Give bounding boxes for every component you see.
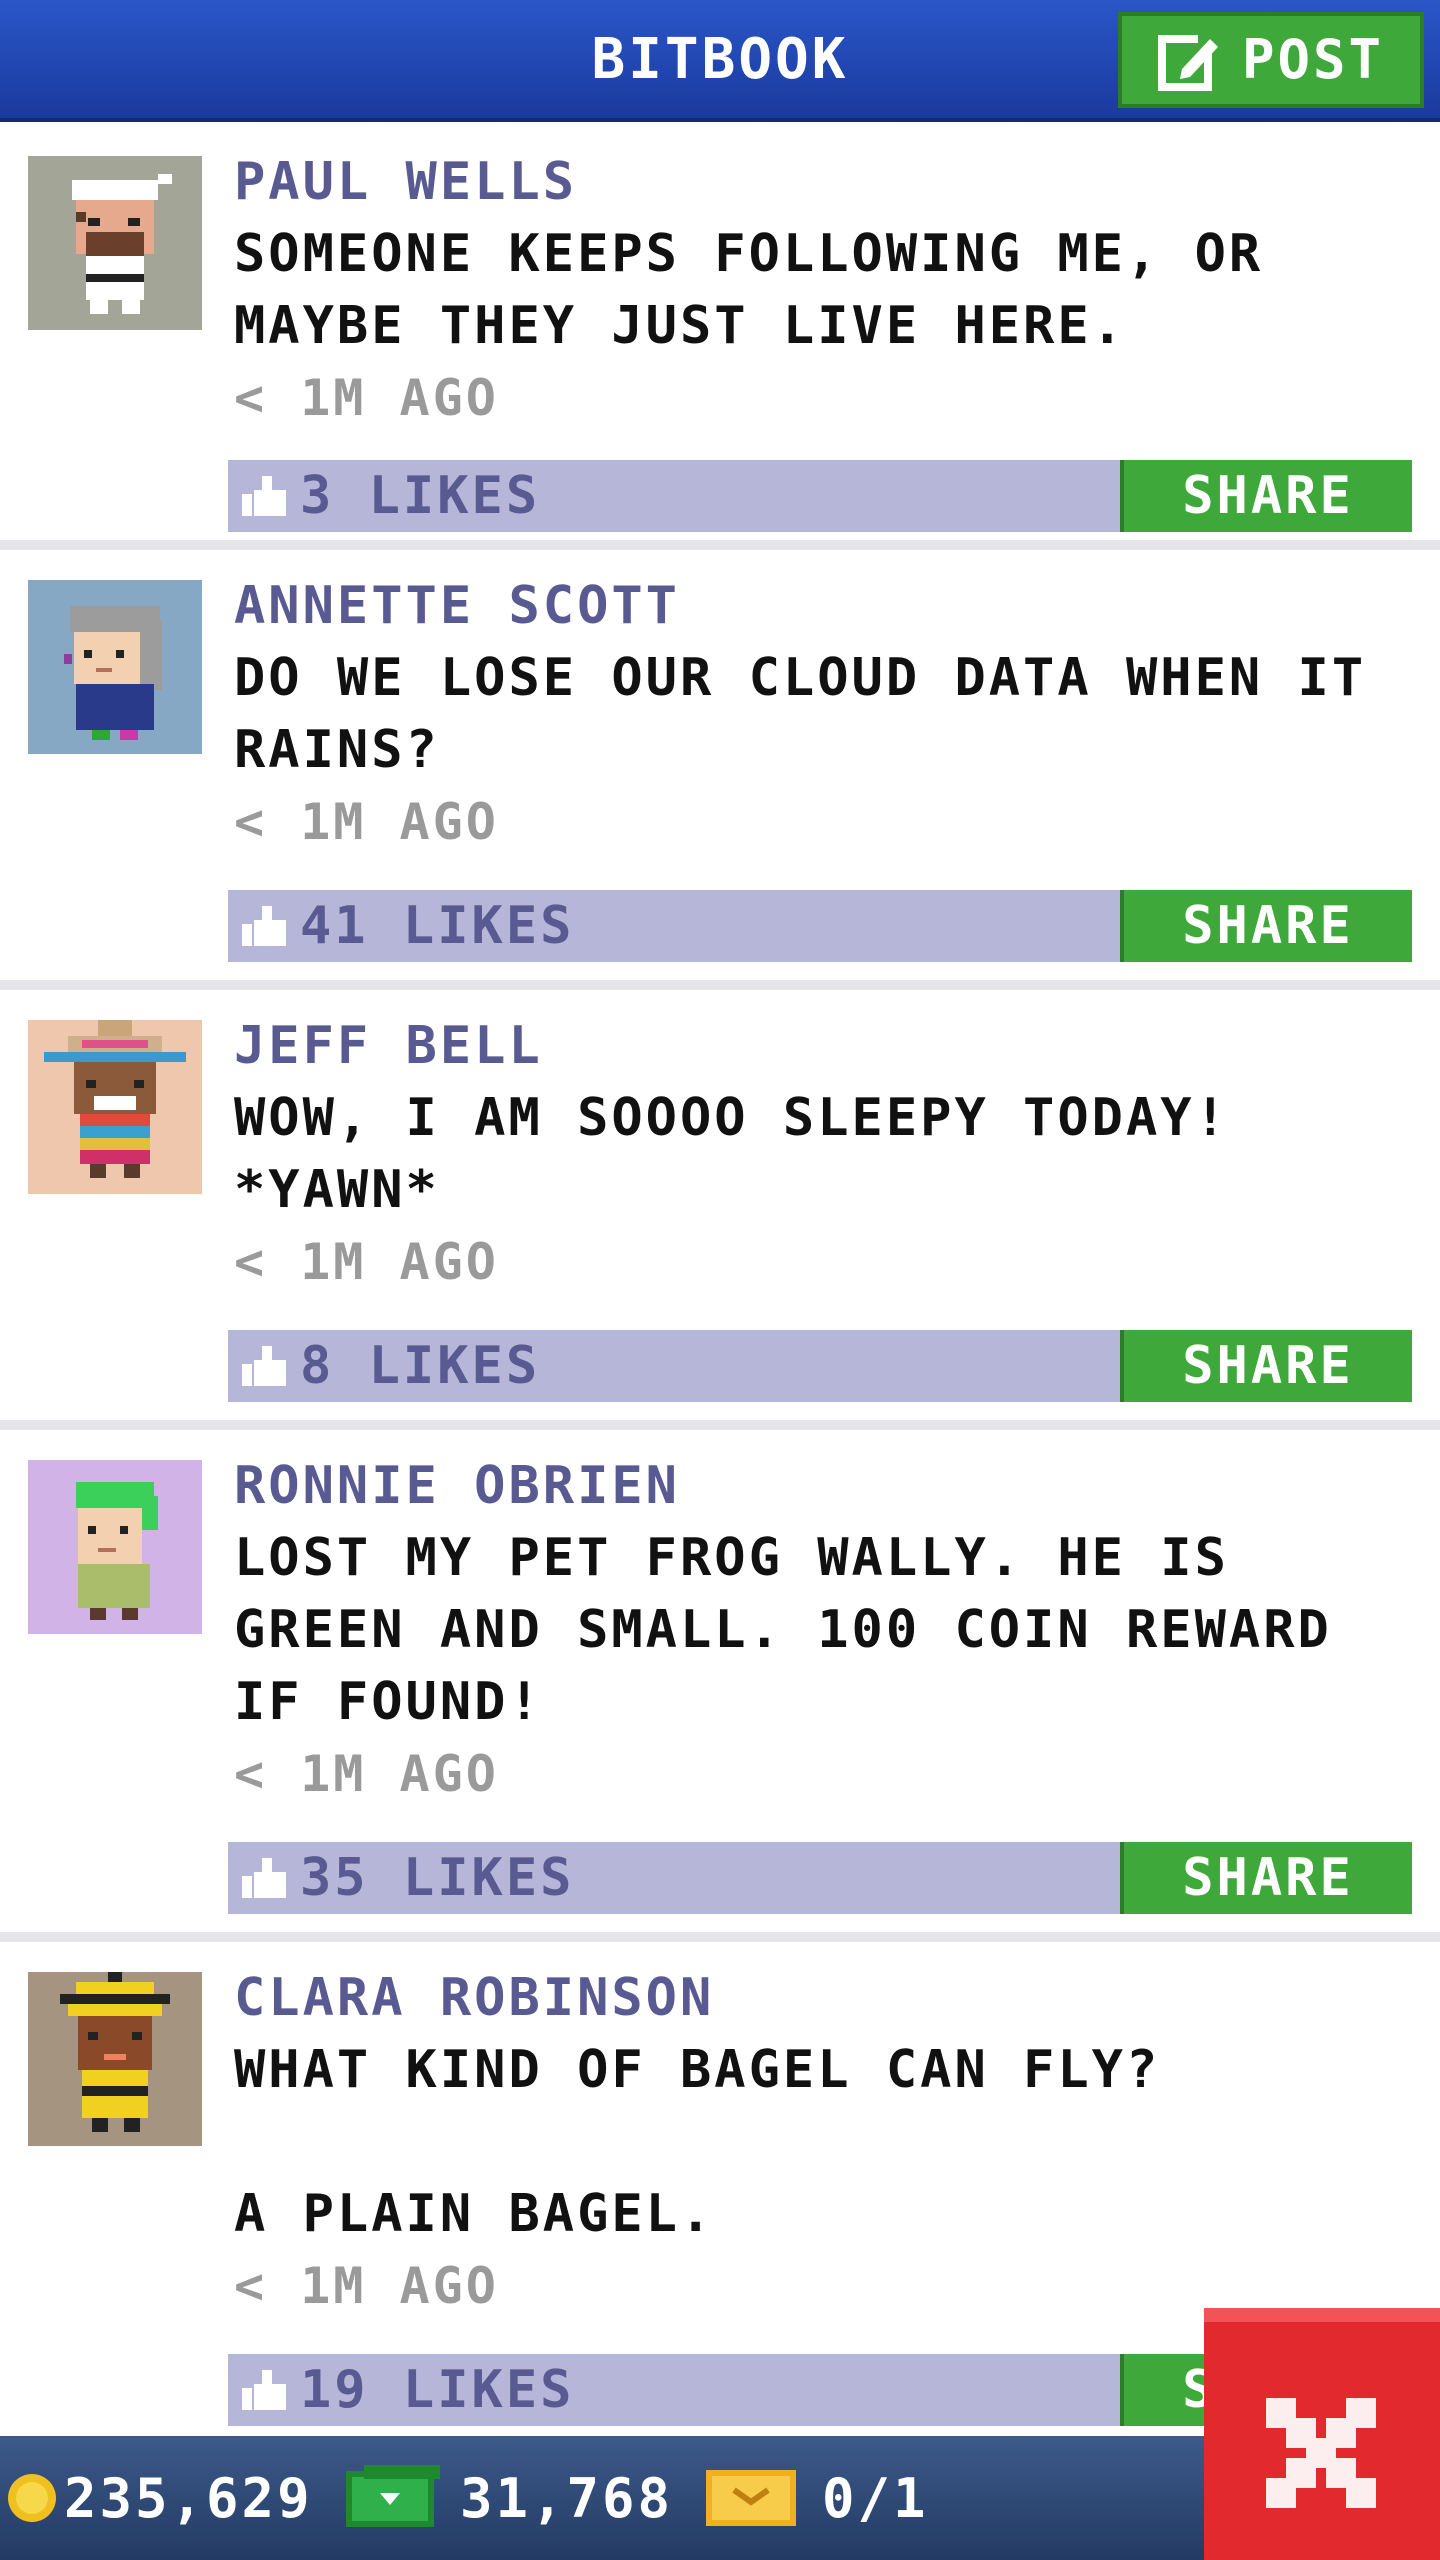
likes-count[interactable]: 41 LIKES — [300, 890, 574, 962]
likes-bar: 41 LIKES SHARE — [228, 890, 1412, 962]
post-button-label: POST — [1241, 28, 1385, 91]
likes-count[interactable]: 35 LIKES — [300, 1842, 574, 1914]
tickets-count: 0/1 — [822, 2466, 929, 2530]
close-icon — [1266, 2398, 1376, 2508]
post-time: < 1M AGO — [234, 369, 499, 427]
post-divider — [0, 540, 1440, 550]
avatar[interactable] — [28, 1460, 202, 1634]
post-divider — [0, 1932, 1440, 1942]
post-author[interactable]: ANNETTE SCOTT — [234, 570, 1414, 642]
post-message: DO WE LOSE OUR CLOUD DATA WHEN IT RAINS? — [234, 648, 1367, 780]
compose-icon — [1157, 29, 1224, 91]
feed-post: PAUL WELLS SOMEONE KEEPS FOLLOWING ME, O… — [0, 126, 1440, 550]
feed-post: ANNETTE SCOTT DO WE LOSE OUR CLOUD DATA … — [0, 550, 1440, 990]
thumbs-up-icon — [242, 2370, 286, 2410]
post-time: < 1M AGO — [234, 1745, 499, 1803]
bux-count: 31,768 — [460, 2466, 674, 2530]
post-button[interactable]: POST — [1118, 12, 1424, 108]
thumbs-up-icon — [242, 476, 286, 516]
post-author[interactable]: JEFF BELL — [234, 1010, 1414, 1082]
likes-bar: 3 LIKES SHARE — [228, 460, 1412, 532]
post-body: ANNETTE SCOTT DO WE LOSE OUR CLOUD DATA … — [234, 570, 1414, 858]
post-time: < 1M AGO — [234, 1233, 499, 1291]
bux-icon — [346, 2465, 440, 2527]
likes-count[interactable]: 8 LIKES — [300, 1330, 540, 1402]
share-button[interactable]: SHARE — [1120, 890, 1412, 962]
avatar[interactable] — [28, 1972, 202, 2146]
feed-post: RONNIE OBRIEN LOST MY PET FROG WALLY. HE… — [0, 1430, 1440, 1942]
likes-count[interactable]: 3 LIKES — [300, 460, 540, 532]
likes-count[interactable]: 19 LIKES — [300, 2354, 574, 2426]
avatar[interactable] — [28, 580, 202, 754]
coin-icon — [8, 2474, 56, 2522]
post-divider — [0, 1420, 1440, 1430]
post-message: WOW, I AM SOOOO SLEEPY TODAY! *YAWN* — [234, 1088, 1229, 1220]
post-time: < 1M AGO — [234, 793, 499, 851]
app-header: BITBOOK POST — [0, 0, 1440, 122]
likes-bar: 35 LIKES SHARE — [228, 1842, 1412, 1914]
gray-haired-woman-icon — [64, 606, 162, 740]
thumbs-up-icon — [242, 906, 286, 946]
feed-list: PAUL WELLS SOMEONE KEEPS FOLLOWING ME, O… — [0, 126, 1440, 2426]
tickets-display: 0/1 — [706, 2436, 929, 2560]
post-message: WHAT KIND OF BAGEL CAN FLY? A PLAIN BAGE… — [234, 2040, 1161, 2244]
bux-display: 31,768 — [346, 2436, 673, 2560]
post-author[interactable]: CLARA ROBINSON — [234, 1962, 1414, 2034]
yellow-hat-icon — [60, 1972, 170, 2132]
green-haired-icon — [76, 1482, 158, 1620]
close-button[interactable] — [1204, 2308, 1440, 2560]
thumbs-up-icon — [242, 1346, 286, 1386]
post-divider — [0, 980, 1440, 990]
likes-bar: 8 LIKES SHARE — [228, 1330, 1412, 1402]
thumbs-up-icon — [242, 1858, 286, 1898]
coins-display: 235,629 — [6, 2436, 313, 2560]
karate-man-icon — [72, 174, 172, 314]
post-body: PAUL WELLS SOMEONE KEEPS FOLLOWING ME, O… — [234, 146, 1414, 434]
feed-post: JEFF BELL WOW, I AM SOOOO SLEEPY TODAY! … — [0, 990, 1440, 1430]
post-body: JEFF BELL WOW, I AM SOOOO SLEEPY TODAY! … — [234, 1010, 1414, 1298]
post-message: LOST MY PET FROG WALLY. HE IS GREEN AND … — [234, 1528, 1332, 1732]
post-body: CLARA ROBINSON WHAT KIND OF BAGEL CAN FL… — [234, 1962, 1414, 2322]
coins-count: 235,629 — [64, 2466, 313, 2530]
share-button[interactable]: SHARE — [1120, 1330, 1412, 1402]
share-button[interactable]: SHARE — [1120, 460, 1412, 532]
ticket-icon — [706, 2470, 796, 2526]
avatar[interactable] — [28, 1020, 202, 1194]
post-author[interactable]: RONNIE OBRIEN — [234, 1450, 1414, 1522]
share-button[interactable]: SHARE — [1120, 1842, 1412, 1914]
avatar[interactable] — [28, 156, 202, 330]
post-author[interactable]: PAUL WELLS — [234, 146, 1414, 218]
post-message: SOMEONE KEEPS FOLLOWING ME, OR MAYBE THE… — [234, 224, 1264, 356]
post-body: RONNIE OBRIEN LOST MY PET FROG WALLY. HE… — [234, 1450, 1414, 1810]
sombrero-man-icon — [44, 1020, 186, 1178]
